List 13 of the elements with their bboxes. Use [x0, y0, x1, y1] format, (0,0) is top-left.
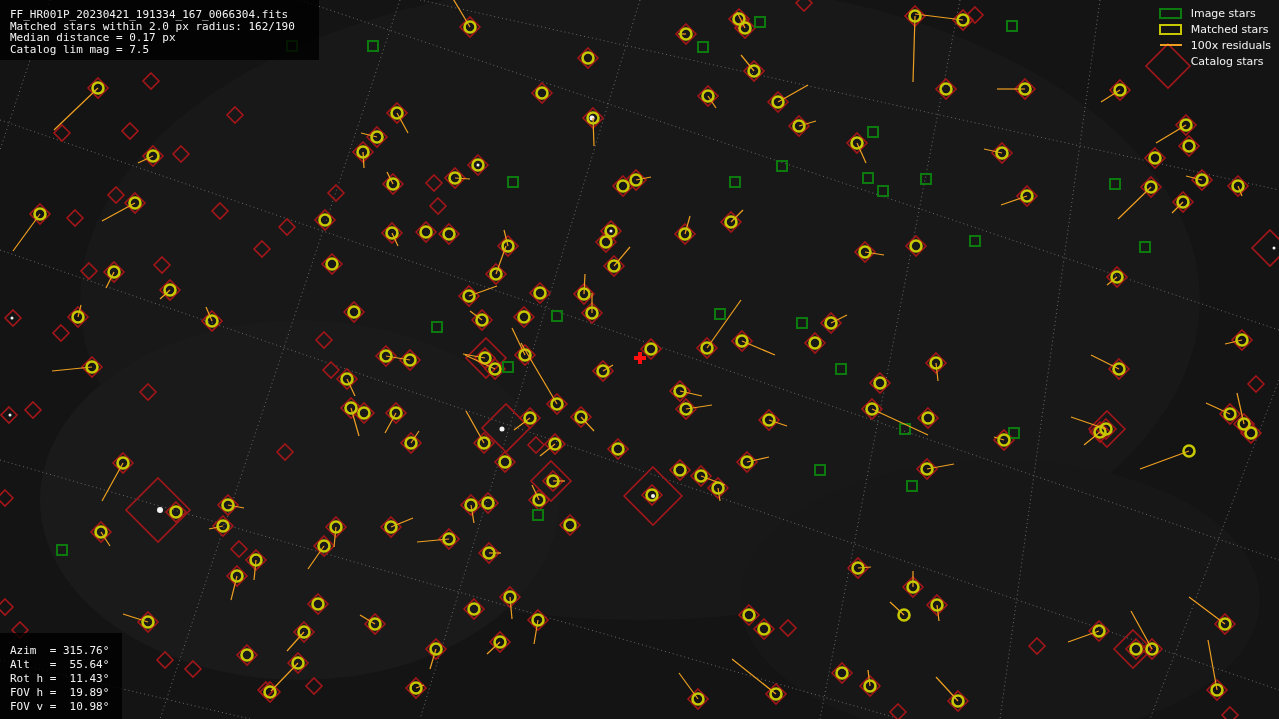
- info-text: FOV v = 10.98°: [10, 700, 111, 714]
- info-text: FF_HR001P_20230421_191334_167_0066304.fits: [10, 9, 290, 21]
- info-text: Alt = 55.64°: [10, 658, 111, 672]
- info-text: Matched stars within 2.0 px radius: 162/190: [10, 20, 296, 33]
- info-text: Rot h = 11.43°: [10, 672, 111, 686]
- info-text: Azim = 315.76°: [10, 644, 111, 658]
- legend-label: Catalog stars: [1190, 54, 1264, 68]
- legend-label: Image stars: [1190, 6, 1256, 20]
- legend-label: Matched stars: [1190, 22, 1269, 36]
- info-text: Catalog lim mag = 7.5: [10, 44, 151, 56]
- legend-label: 100x residuals: [1190, 38, 1271, 52]
- info-text: FOV h = 19.89°: [10, 686, 111, 700]
- info-text: Median distance = 0.17 px: [10, 32, 176, 45]
